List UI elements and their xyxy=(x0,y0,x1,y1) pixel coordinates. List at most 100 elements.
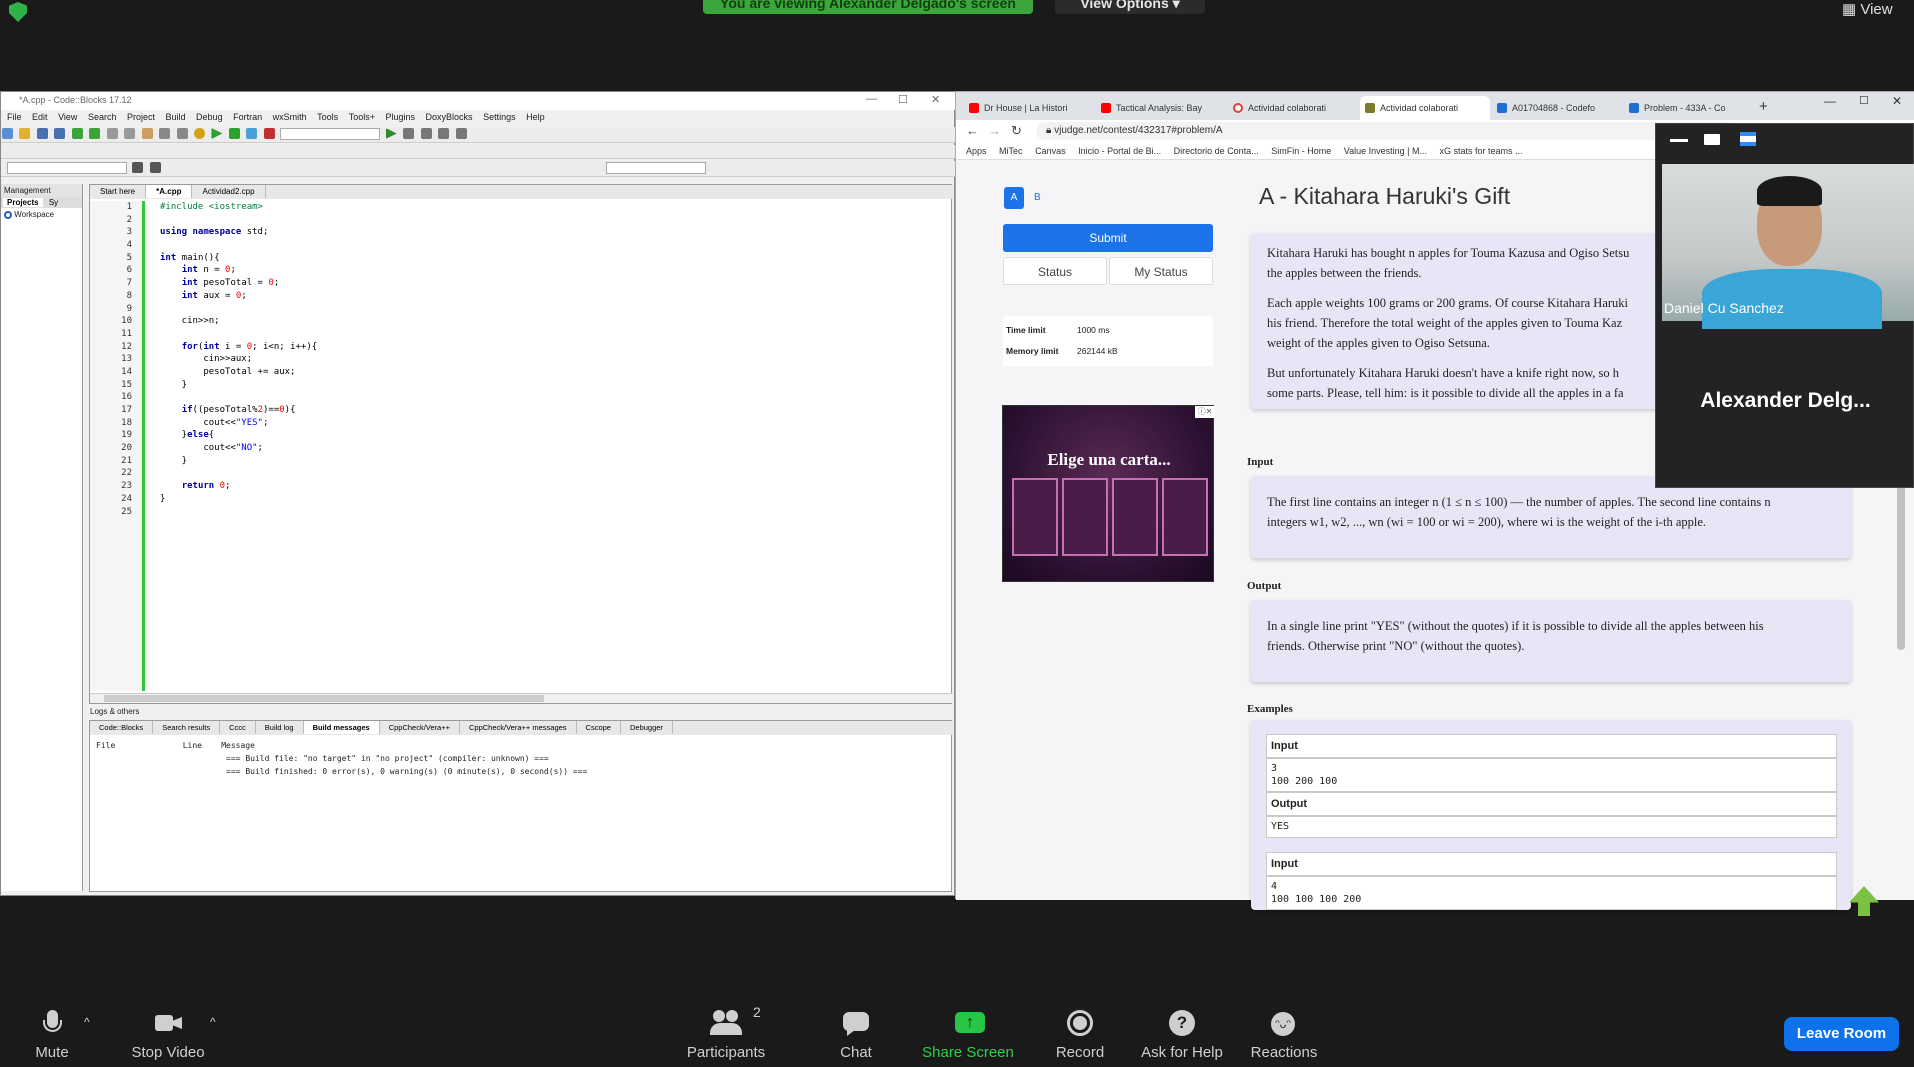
menu-fortran[interactable]: Fortran xyxy=(233,112,262,122)
new-tab-icon[interactable]: + xyxy=(1759,98,1768,115)
build-run-icon[interactable] xyxy=(228,128,240,139)
menu-view[interactable]: View xyxy=(58,112,77,122)
close-icon[interactable]: ✕ xyxy=(931,93,940,106)
log-row[interactable]: === Build file: "no target" in "no proje… xyxy=(96,752,946,765)
redo-icon[interactable] xyxy=(89,128,101,139)
build-icon[interactable] xyxy=(193,128,205,139)
maximize-icon[interactable]: ☐ xyxy=(898,93,908,106)
build-target-select[interactable] xyxy=(280,128,381,140)
menu-tools[interactable]: Tools xyxy=(317,112,338,122)
tab-symbols[interactable]: Sy xyxy=(45,198,62,207)
menu-tools-plus[interactable]: Tools+ xyxy=(349,112,375,122)
new-file-icon[interactable] xyxy=(2,128,13,139)
share-screen-button[interactable]: ↑ Share Screen xyxy=(913,1010,1023,1061)
log-tab-build-messages[interactable]: Build messages xyxy=(303,721,380,734)
bookmark-value-investing[interactable]: Value Investing | M... xyxy=(1344,146,1427,156)
log-tab-cscope[interactable]: Cscope xyxy=(577,721,621,734)
save-all-icon[interactable] xyxy=(54,128,66,139)
minimize-video-icon[interactable] xyxy=(1670,139,1688,142)
code-editor[interactable]: Start here *A.cpp Actividad2.cpp 123456789… xyxy=(89,184,953,704)
debug-stop-icon[interactable] xyxy=(455,128,467,139)
reload-icon[interactable]: ↻ xyxy=(1011,123,1022,139)
undo-icon[interactable] xyxy=(71,128,83,139)
log-row[interactable]: === Build finished: 0 error(s), 0 warnin… xyxy=(96,765,946,778)
browser-tab[interactable]: Actividad colaborati xyxy=(1228,96,1358,120)
editor-hscrollbar[interactable] xyxy=(90,693,953,703)
browser-tab[interactable]: A01704868 - Codefo xyxy=(1492,96,1622,120)
code-completion-select[interactable] xyxy=(7,162,127,174)
status-button[interactable]: Status xyxy=(1003,257,1107,285)
browser-tab-active[interactable]: Actividad colaborati xyxy=(1360,96,1490,120)
replace-icon[interactable] xyxy=(176,128,188,139)
single-view-icon[interactable] xyxy=(1704,134,1720,145)
mute-button[interactable]: Mute xyxy=(0,1010,107,1061)
log-tab-debugger[interactable]: Debugger xyxy=(621,721,673,734)
nav-back-icon[interactable] xyxy=(132,162,144,173)
menu-wxsmith[interactable]: wxSmith xyxy=(273,112,307,122)
menu-build[interactable]: Build xyxy=(166,112,186,122)
save-icon[interactable] xyxy=(36,128,48,139)
reactions-button[interactable]: ᵔᴗᵔ Reactions xyxy=(1229,1010,1339,1061)
scroll-to-top-icon[interactable] xyxy=(1849,886,1879,916)
browser-close-icon[interactable]: ✕ xyxy=(1892,94,1902,108)
log-tab-codeblocks[interactable]: Code::Blocks xyxy=(90,721,154,734)
url-field[interactable]: 🔒︎ vjudge.net/contest/432317#problem/A xyxy=(1036,122,1736,140)
abort-icon[interactable] xyxy=(263,128,275,139)
bookmark-apps[interactable]: Apps xyxy=(966,146,987,156)
hscroll-thumb[interactable] xyxy=(104,695,544,702)
ad-close-icon[interactable]: ⓘ✕ xyxy=(1195,406,1215,418)
workspace-node[interactable]: Workspace xyxy=(1,208,82,221)
ad-banner[interactable]: Elige una carta... ⓘ✕ xyxy=(1002,405,1215,582)
video-options-icon[interactable]: ^ xyxy=(210,1015,216,1029)
menu-plugins[interactable]: Plugins xyxy=(385,112,415,122)
menu-search[interactable]: Search xyxy=(88,112,117,122)
nav-forward-icon[interactable] xyxy=(149,162,161,173)
bookmark-canvas[interactable]: Canvas xyxy=(1035,146,1066,156)
paste-icon[interactable] xyxy=(141,128,153,139)
participant-video[interactable] xyxy=(1662,164,1914,329)
cut-icon[interactable] xyxy=(106,128,118,139)
example-output[interactable]: YES xyxy=(1266,816,1837,838)
view-button[interactable]: ▦ View xyxy=(1842,0,1893,18)
leave-room-button[interactable]: Leave Room xyxy=(1784,1017,1899,1051)
stop-video-button[interactable]: Stop Video xyxy=(113,1010,223,1061)
bookmark-simfin[interactable]: SimFin - Home xyxy=(1271,146,1331,156)
menu-edit[interactable]: Edit xyxy=(32,112,48,122)
log-tab-cccc[interactable]: Cccc xyxy=(220,721,256,734)
tab-start-here[interactable]: Start here xyxy=(90,185,147,198)
bookmark-xg-stats[interactable]: xG stats for teams ... xyxy=(1439,146,1522,156)
menu-doxyblocks[interactable]: DoxyBlocks xyxy=(426,112,473,122)
browser-maximize-icon[interactable]: ☐ xyxy=(1859,94,1869,107)
find-icon[interactable] xyxy=(159,128,171,139)
back-icon[interactable]: ← xyxy=(966,123,979,138)
my-status-button[interactable]: My Status xyxy=(1109,257,1213,285)
browser-minimize-icon[interactable]: — xyxy=(1824,94,1836,108)
forward-icon[interactable]: → xyxy=(988,123,1001,138)
gallery-view-icon[interactable] xyxy=(1740,132,1756,146)
menu-help[interactable]: Help xyxy=(526,112,545,122)
example-input[interactable]: 3 100 200 100 xyxy=(1266,758,1837,792)
participants-button[interactable]: 2 Participants xyxy=(670,1004,782,1061)
ask-for-help-button[interactable]: ? Ask for Help xyxy=(1127,1010,1237,1061)
submit-button[interactable]: Submit xyxy=(1003,224,1213,252)
tab-a-cpp[interactable]: *A.cpp xyxy=(146,185,193,198)
log-tab-build-log[interactable]: Build log xyxy=(256,721,304,734)
bookmark-mitec[interactable]: MiTec xyxy=(999,146,1023,156)
debug-stepinto-icon[interactable] xyxy=(438,128,450,139)
chat-button[interactable]: Chat xyxy=(801,1010,911,1061)
menu-project[interactable]: Project xyxy=(127,112,155,122)
audio-options-icon[interactable]: ^ xyxy=(84,1015,90,1029)
minimize-icon[interactable]: — xyxy=(866,93,877,105)
bookmark-portal[interactable]: Inicio - Portal de Bi... xyxy=(1078,146,1161,156)
view-options-button[interactable]: View Options ▾ xyxy=(1055,0,1205,14)
log-tab-cppcheck-messages[interactable]: CppCheck/Vera++ messages xyxy=(460,721,577,734)
browser-tab[interactable]: Tactical Analysis: Bay xyxy=(1096,96,1226,120)
tab-projects[interactable]: Projects xyxy=(3,198,43,207)
menu-debug[interactable]: Debug xyxy=(196,112,223,122)
menu-file[interactable]: File xyxy=(7,112,22,122)
rebuild-icon[interactable] xyxy=(246,128,258,139)
browser-tab[interactable]: Dr House | La Histori xyxy=(964,96,1094,120)
source-code[interactable]: #include <iostream> using namespace std;… xyxy=(160,201,940,691)
menu-settings[interactable]: Settings xyxy=(483,112,516,122)
debug-next-icon[interactable] xyxy=(420,128,432,139)
